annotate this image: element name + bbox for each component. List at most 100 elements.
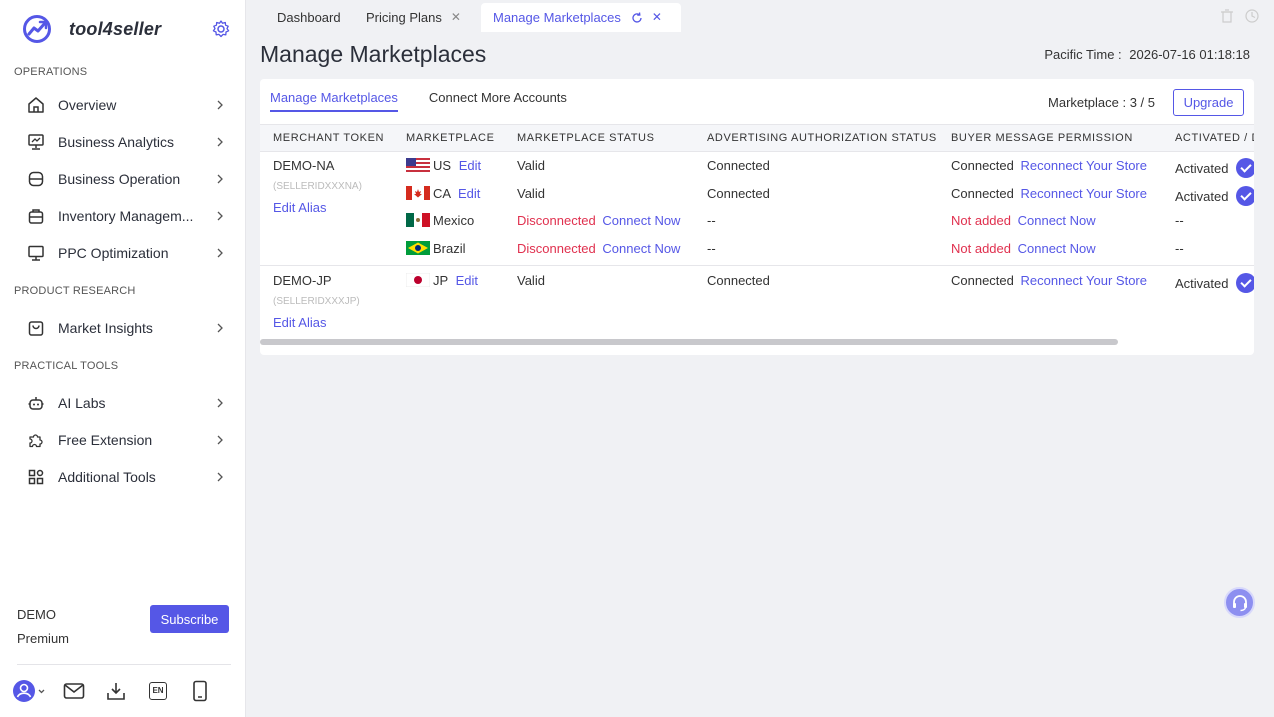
- seller-id: (SELLERIDXXXJP): [273, 296, 360, 307]
- grid-icon: [26, 467, 46, 487]
- sidebar-item-label: Market Insights: [58, 319, 153, 336]
- bottom-tools: EN: [12, 679, 230, 703]
- activated-toggle[interactable]: [1236, 273, 1254, 293]
- reconnect-store-link[interactable]: Reconnect Your Store: [1021, 158, 1147, 173]
- sidebar: tool4seller OPERATIONS Overview Business…: [0, 0, 246, 717]
- buyer-status: Connected: [951, 158, 1014, 173]
- plan-box: DEMO Premium Subscribe: [17, 587, 231, 665]
- marketplace-name: JP: [433, 273, 448, 288]
- mail-icon[interactable]: [62, 679, 86, 703]
- reconnect-store-link[interactable]: Reconnect Your Store: [1021, 186, 1147, 201]
- tab-pricing-plans[interactable]: Pricing Plans ✕: [354, 3, 473, 32]
- marketplace-card: Manage Marketplaces Connect More Account…: [260, 79, 1254, 355]
- puzzle-icon: [26, 430, 46, 450]
- pacific-time: Pacific Time : 2026-07-16 01:18:18: [1044, 47, 1250, 62]
- chevron-right-icon: [217, 211, 223, 220]
- marketplace-cell: Brazil: [406, 241, 466, 257]
- sidebar-item-ai-labs[interactable]: AI Labs: [0, 384, 245, 421]
- buyer-status: Connected: [951, 273, 1014, 288]
- activated-toggle[interactable]: [1236, 186, 1254, 206]
- sidebar-item-business-operation[interactable]: Business Operation: [0, 160, 245, 197]
- sidebar-item-label: Free Extension: [58, 431, 153, 448]
- column-header: MARKETPLACE: [406, 132, 495, 144]
- plan-tier: Premium: [17, 631, 70, 646]
- row-divider: [260, 265, 1254, 266]
- history-icon[interactable]: [1244, 8, 1260, 24]
- connect-now-link[interactable]: Connect Now: [602, 241, 680, 256]
- tab-manage-marketplaces[interactable]: Manage Marketplaces ✕: [481, 3, 681, 32]
- activated-toggle[interactable]: [1236, 158, 1254, 178]
- column-header: MARKETPLACE STATUS: [517, 132, 655, 144]
- buyer-permission: Connected Reconnect Your Store: [951, 158, 1147, 174]
- chevron-right-icon: [217, 248, 223, 257]
- reconnect-store-link[interactable]: Reconnect Your Store: [1021, 273, 1147, 288]
- marketplace-status-cell: Disconnected Connect Now: [517, 213, 680, 229]
- sub-tabs: Manage Marketplaces Connect More Account…: [270, 79, 598, 123]
- activated-status: --: [1175, 213, 1184, 228]
- us-flag-icon: [406, 158, 430, 172]
- ads-status: Connected: [707, 186, 770, 201]
- bag-icon: [26, 318, 46, 338]
- gear-icon[interactable]: [211, 19, 231, 39]
- language-icon[interactable]: EN: [146, 679, 170, 703]
- sidebar-item-free-extension[interactable]: Free Extension: [0, 421, 245, 458]
- upgrade-button[interactable]: Upgrade: [1173, 89, 1244, 116]
- jp-flag-icon: [406, 273, 430, 287]
- edit-marketplace-link[interactable]: Edit: [456, 273, 478, 288]
- section-title-practical-tools: PRACTICAL TOOLS: [14, 360, 119, 372]
- connect-now-link[interactable]: Connect Now: [1018, 213, 1096, 228]
- logo-icon[interactable]: [22, 14, 52, 44]
- horizontal-scrollbar[interactable]: [260, 339, 1118, 345]
- sidebar-item-overview[interactable]: Overview: [0, 86, 245, 123]
- connect-now-link[interactable]: Connect Now: [1018, 241, 1096, 256]
- refresh-icon[interactable]: [631, 11, 643, 24]
- marketplace-count: Marketplace : 3 / 5: [1048, 95, 1155, 110]
- ads-status: --: [707, 241, 716, 256]
- column-header: ACTIVATED / D: [1175, 132, 1254, 144]
- section-title-product-research: PRODUCT RESEARCH: [14, 285, 136, 297]
- edit-alias-link[interactable]: Edit Alias: [273, 200, 326, 216]
- close-icon[interactable]: ✕: [652, 3, 662, 32]
- sidebar-item-ppc-optimization[interactable]: PPC Optimization: [0, 234, 245, 271]
- tab-dashboard[interactable]: Dashboard: [265, 3, 353, 32]
- sidebar-item-label: AI Labs: [58, 394, 106, 411]
- sidebar-item-label: PPC Optimization: [58, 244, 169, 261]
- avatar[interactable]: [12, 679, 48, 703]
- logo-row: tool4seller: [0, 0, 245, 58]
- buyer-permission: Not added Connect Now: [951, 213, 1096, 229]
- marketplace-status-cell: Disconnected Connect Now: [517, 241, 680, 257]
- sidebar-item-label: Inventory Managem...: [58, 207, 194, 224]
- subtab-connect-more-accounts[interactable]: Connect More Accounts: [429, 79, 567, 123]
- br-flag-icon: [406, 241, 430, 255]
- edit-marketplace-link[interactable]: Edit: [458, 186, 480, 201]
- trash-icon[interactable]: [1220, 8, 1236, 24]
- subscribe-button[interactable]: Subscribe: [150, 605, 229, 633]
- edit-alias-link[interactable]: Edit Alias: [273, 315, 326, 331]
- activated-status: --: [1175, 241, 1184, 256]
- sidebar-item-label: Overview: [58, 96, 117, 113]
- time-label: Pacific Time :: [1044, 47, 1122, 62]
- download-icon[interactable]: [104, 679, 128, 703]
- sidebar-item-label: Business Operation: [58, 170, 181, 187]
- subtab-manage-marketplaces[interactable]: Manage Marketplaces: [270, 79, 398, 123]
- marketplace-status: Disconnected: [517, 241, 596, 256]
- support-headset-icon[interactable]: [1224, 587, 1255, 618]
- column-header: BUYER MESSAGE PERMISSION: [951, 132, 1133, 144]
- connect-now-link[interactable]: Connect Now: [602, 213, 680, 228]
- marketplace-cell: US Edit: [406, 158, 481, 174]
- activated-cell: Activated: [1175, 186, 1254, 206]
- robot-icon: [26, 393, 46, 413]
- merchant-token: DEMO-NA: [273, 158, 335, 173]
- ads-status: Connected: [707, 273, 770, 288]
- close-icon[interactable]: ✕: [451, 3, 461, 32]
- sidebar-item-inventory-management[interactable]: Inventory Managem...: [0, 197, 245, 234]
- edit-marketplace-link[interactable]: Edit: [459, 158, 481, 173]
- activated-cell: Activated: [1175, 158, 1254, 178]
- activated-status: Activated: [1175, 189, 1229, 204]
- mobile-icon[interactable]: [188, 679, 212, 703]
- column-header: MERCHANT TOKEN: [273, 132, 385, 144]
- sidebar-item-additional-tools[interactable]: Additional Tools: [0, 458, 245, 495]
- sidebar-item-market-insights[interactable]: Market Insights: [0, 309, 245, 346]
- buyer-permission: Connected Reconnect Your Store: [951, 186, 1147, 202]
- sidebar-item-business-analytics[interactable]: Business Analytics: [0, 123, 245, 160]
